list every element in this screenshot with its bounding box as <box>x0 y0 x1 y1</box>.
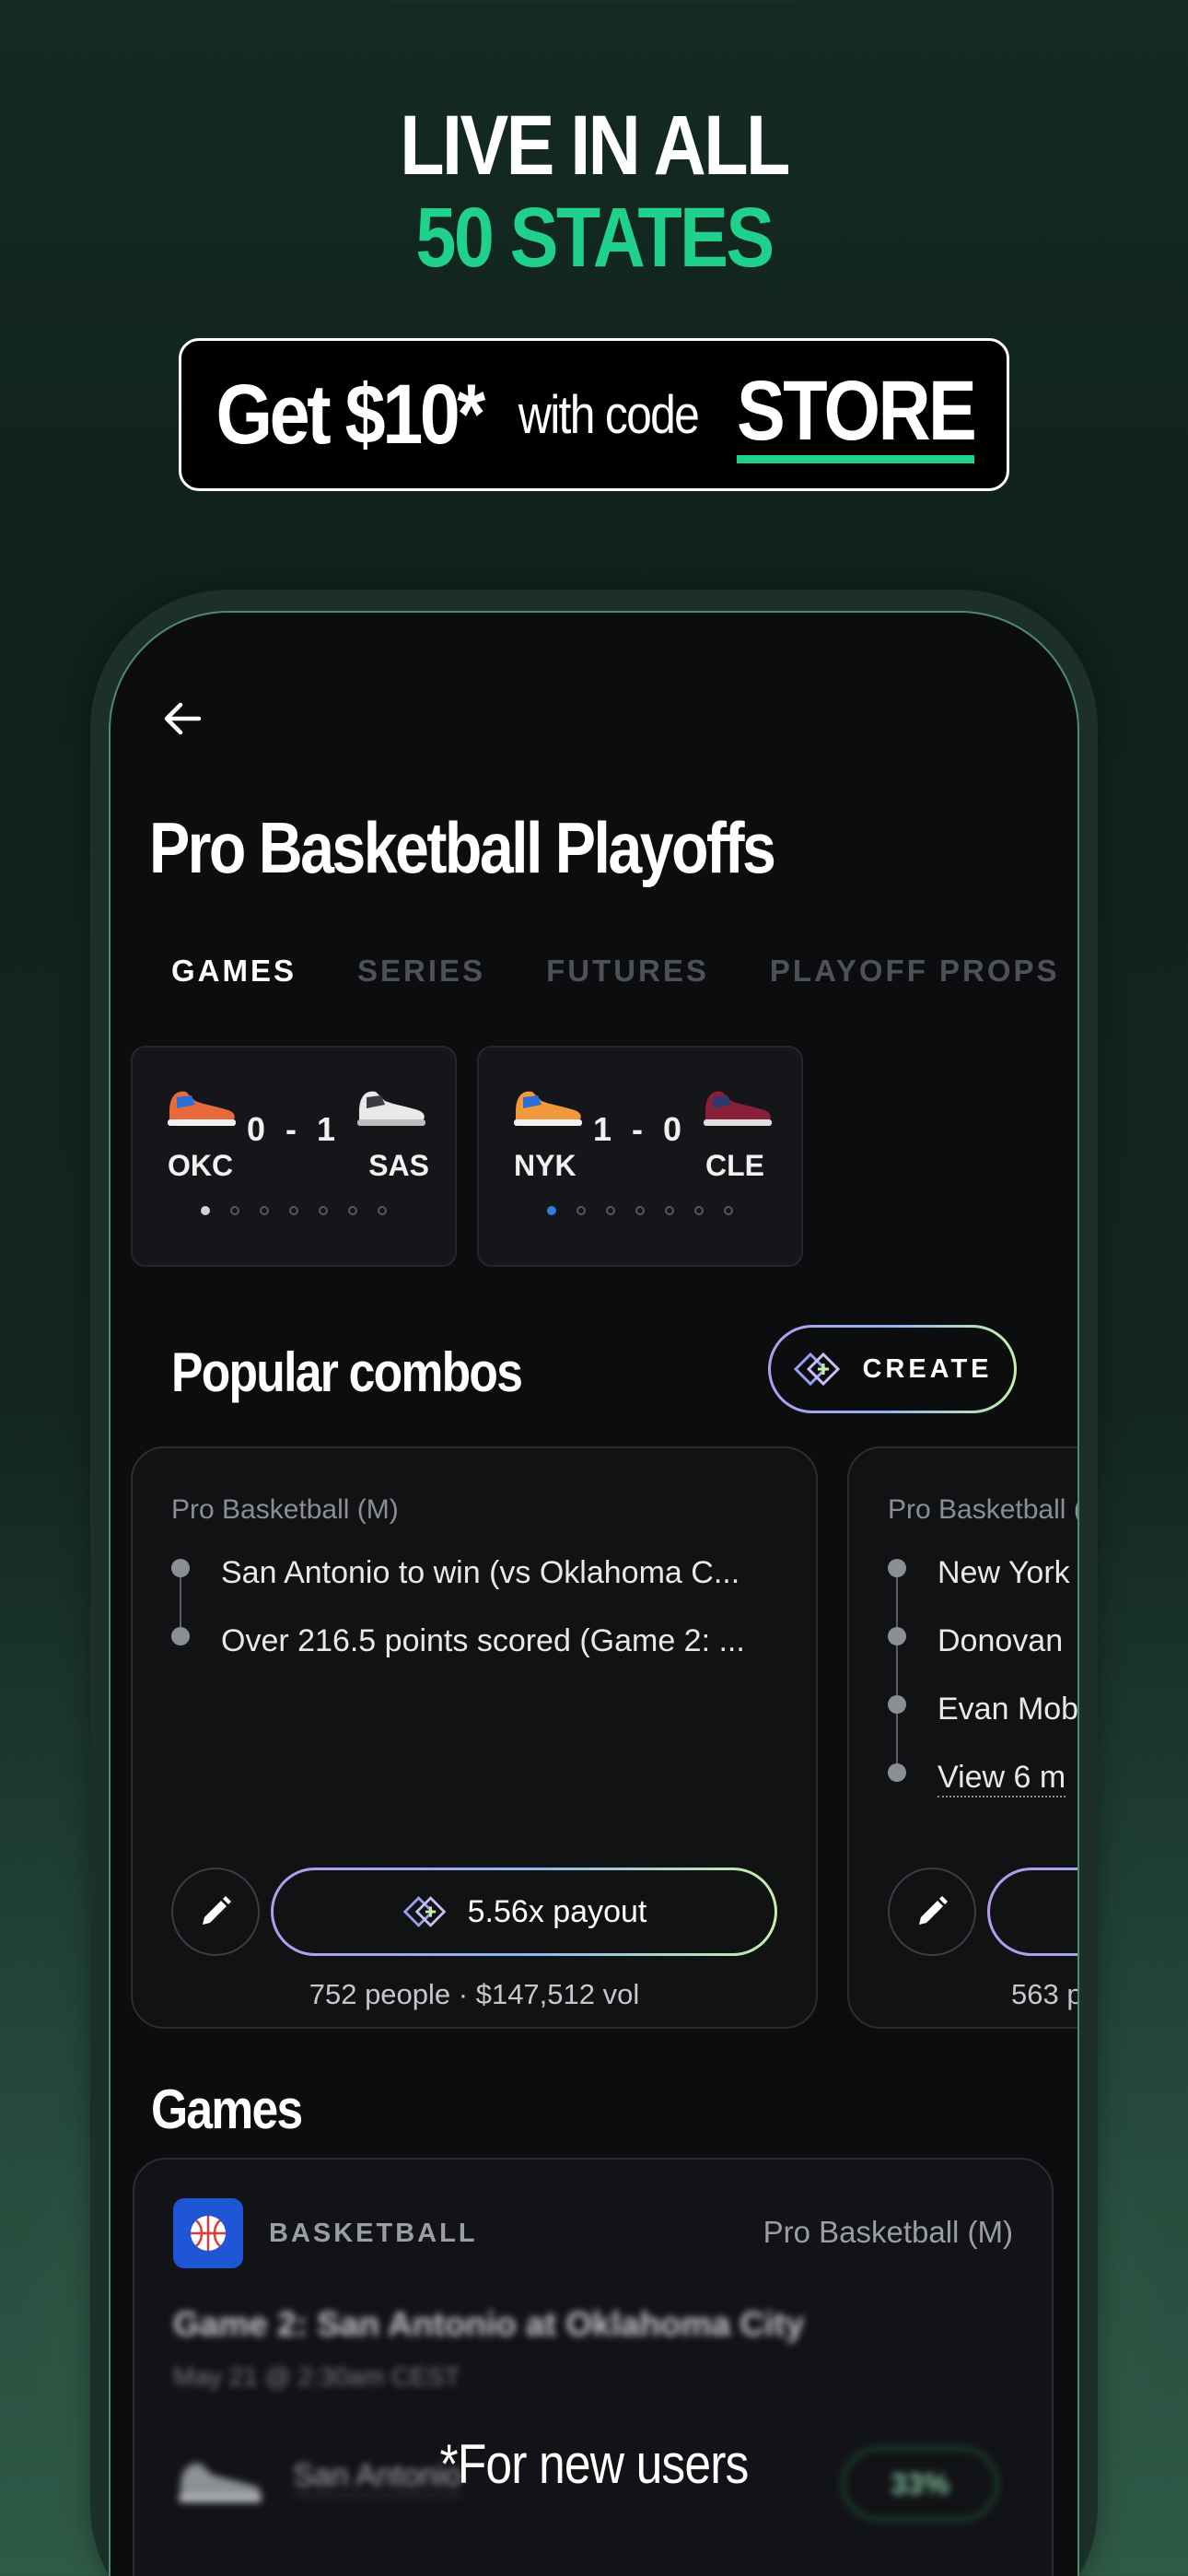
phone-screen: Pro Basketball Playoffs GAMES SERIES FUT… <box>109 611 1079 2576</box>
away-team: CLE <box>705 1149 764 1182</box>
combo-leg: Donovan <box>938 1623 1064 1658</box>
series-card[interactable]: 1 - 0 NYK CLE <box>477 1046 803 1267</box>
combo-stats: 563 p <box>1011 1978 1079 2010</box>
games-section-title: Games <box>151 2078 303 2140</box>
tab-series[interactable]: SERIES <box>357 954 485 989</box>
combo-diamond-icon <box>402 1896 447 1927</box>
combo-league: Pro Basketball (M) <box>171 1494 399 1525</box>
promo-with-code: with code <box>518 384 700 445</box>
payout-label: 5.56x payout <box>467 1893 647 1929</box>
series-score: 1 - 0 <box>592 1110 688 1148</box>
tab-playoff-props[interactable]: PLAYOFF PROPS <box>770 954 1060 989</box>
pencil-icon <box>203 1896 231 1925</box>
page-title: Pro Basketball Playoffs <box>149 807 776 888</box>
series-game-dots <box>133 1206 455 1215</box>
combo-stats: 752 people · $147,512 vol <box>309 1978 640 2010</box>
leg-dot <box>888 1627 906 1645</box>
view-more-legs-link[interactable]: View 6 m <box>938 1760 1066 1797</box>
series-score: 0 - 1 <box>246 1110 342 1148</box>
headline-line-1: LIVE IN ALL <box>400 99 790 193</box>
home-team: OKC <box>168 1149 234 1182</box>
promo-amount: Get $10* <box>215 367 486 462</box>
game-date: May 21 @ 2:30am CEST <box>173 2362 460 2391</box>
game-card[interactable]: BASKETBALL Pro Basketball (M) Game 2: Sa… <box>133 2158 1054 2576</box>
basketball-icon <box>173 2198 243 2268</box>
edit-combo-button[interactable] <box>171 1868 260 1956</box>
sport-label: BASKETBALL <box>269 2219 478 2248</box>
combo-diamond-icon <box>794 1352 841 1387</box>
create-combo-button[interactable]: CREATE <box>768 1325 1017 1413</box>
series-game-dots <box>479 1206 801 1215</box>
leg-dot <box>171 1559 190 1577</box>
leg-dot <box>888 1559 906 1577</box>
game-league: Pro Basketball (M) <box>763 2215 1013 2249</box>
series-card[interactable]: 0 - 1 OKC SAS <box>131 1046 457 1267</box>
combo-card[interactable]: Pro Basketball (M) New York Donovan Evan… <box>847 1446 1079 2029</box>
tab-bar: GAMES SERIES FUTURES PLAYOFF PROPS <box>171 954 1060 989</box>
payout-button[interactable]: 5.56x payout <box>271 1868 777 1956</box>
tab-futures[interactable]: FUTURES <box>546 954 709 989</box>
away-team: SAS <box>368 1149 429 1182</box>
popular-combos-title: Popular combos <box>171 1341 523 1403</box>
combo-league: Pro Basketball (M) <box>888 1494 1077 1525</box>
create-label: CREATE <box>862 1353 993 1384</box>
promo-banner: Get $10* with code STORE <box>179 338 1009 491</box>
home-team: NYK <box>514 1149 577 1182</box>
leg-dot <box>171 1627 190 1645</box>
leg-dot <box>888 1695 906 1714</box>
promo-code: STORE <box>736 367 976 463</box>
edit-combo-button[interactable] <box>888 1868 976 1956</box>
tab-games[interactable]: GAMES <box>171 954 297 989</box>
combo-leg: San Antonio to win (vs Oklahoma C... <box>221 1555 740 1590</box>
leg-dot <box>888 1763 906 1782</box>
combo-card[interactable]: Pro Basketball (M) San Antonio to win (v… <box>131 1446 818 2029</box>
combo-leg: Over 216.5 points scored (Game 2: ... <box>221 1623 745 1658</box>
combo-leg: Evan Mob <box>938 1692 1079 1727</box>
headline-line-2: 50 STATES <box>415 191 775 285</box>
combo-leg: New York <box>938 1555 1070 1590</box>
game-title: Game 2: San Antonio at Oklahoma City <box>173 2305 805 2343</box>
footnote: *For new users <box>439 2433 750 2495</box>
back-arrow-icon[interactable] <box>158 694 208 744</box>
pencil-icon <box>919 1896 948 1925</box>
payout-button[interactable] <box>987 1868 1077 1956</box>
